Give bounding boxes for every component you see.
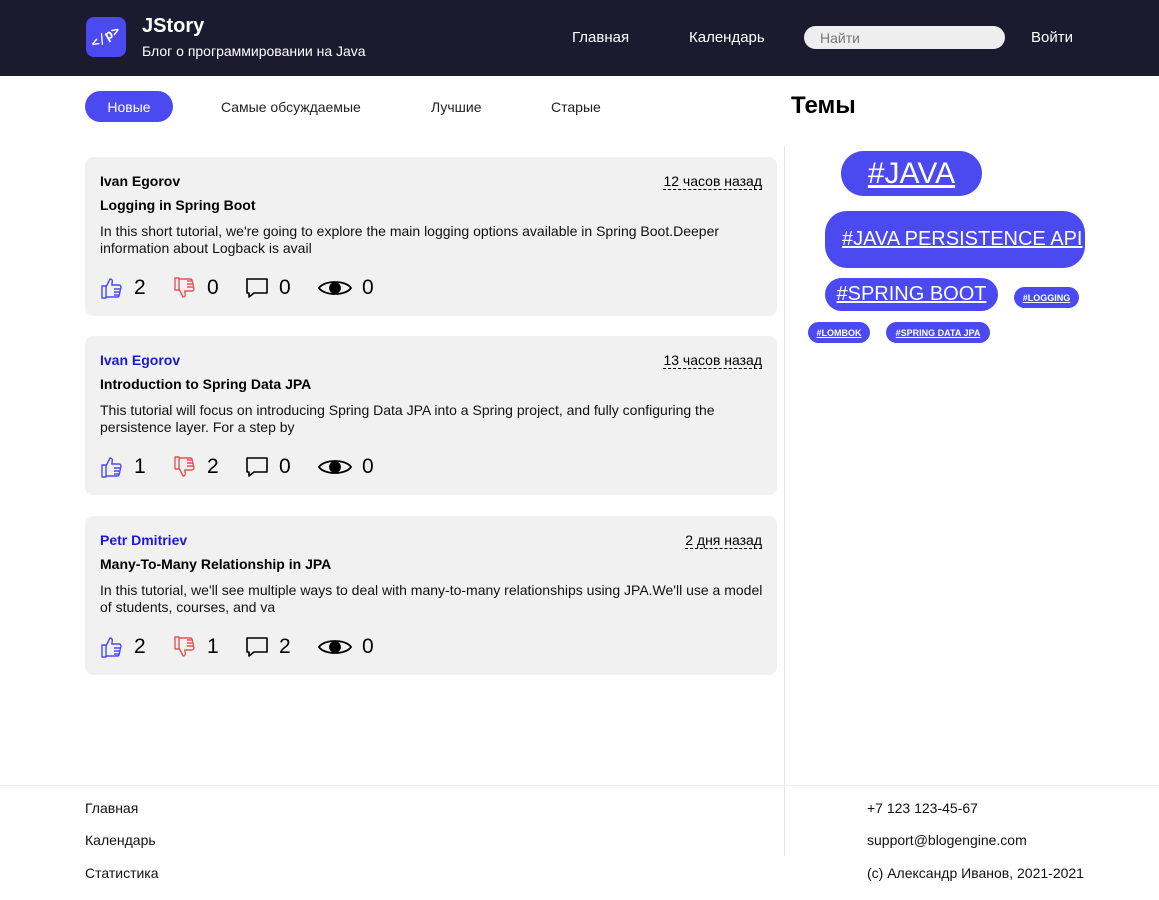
dislike-count: 0	[207, 276, 219, 299]
footer-email: support@blogengine.com	[867, 832, 1027, 848]
post-card: Ivan Egorov 12 часов назад Logging in Sp…	[85, 157, 777, 316]
brand-title[interactable]: JStory	[142, 15, 204, 38]
footer-link-home[interactable]: Главная	[85, 800, 138, 816]
views-indicator: 0	[318, 634, 374, 660]
footer-phone: +7 123 123-45-67	[867, 800, 978, 816]
dislike-button[interactable]: 0	[173, 275, 219, 301]
view-count: 0	[362, 635, 374, 658]
thumbs-down-icon	[174, 456, 195, 477]
tag-spring-data-jpa[interactable]: #SPRING DATA JPA	[886, 322, 990, 343]
post-time: 12 часов назад	[663, 173, 762, 190]
comment-count: 0	[279, 276, 291, 299]
thumbs-up-icon	[101, 637, 122, 658]
post-title[interactable]: Introduction to Spring Data JPA	[100, 376, 311, 392]
view-count: 0	[362, 276, 374, 299]
view-count: 0	[362, 455, 374, 478]
like-count: 2	[134, 276, 146, 299]
post-author[interactable]: Ivan Egorov	[100, 173, 180, 189]
footer-divider	[0, 785, 1159, 786]
search-input[interactable]	[804, 26, 1005, 49]
eye-icon	[318, 640, 352, 654]
post-author[interactable]: Ivan Egorov	[100, 352, 180, 368]
comment-count: 0	[279, 455, 291, 478]
column-divider	[784, 146, 785, 856]
tag-spring-boot[interactable]: #SPRING BOOT	[825, 278, 998, 311]
post-card: Ivan Egorov 13 часов назад Introduction …	[85, 336, 777, 495]
nav-calendar-link[interactable]: Календарь	[689, 29, 765, 46]
tab-best[interactable]: Лучшие	[431, 91, 481, 122]
footer-link-calendar[interactable]: Календарь	[85, 832, 156, 848]
thumbs-down-icon	[174, 636, 195, 657]
logo[interactable]: </p>	[86, 17, 126, 57]
thumbs-up-icon	[101, 457, 122, 478]
post-time: 2 дня назад	[685, 532, 762, 549]
comments-button[interactable]: 0	[245, 275, 291, 301]
logo-text: </p>	[88, 22, 124, 52]
comments-button[interactable]: 2	[245, 634, 291, 660]
dislike-button[interactable]: 2	[173, 454, 219, 480]
like-button[interactable]: 1	[100, 454, 146, 480]
brand-subtitle: Блог о программировании на Java	[142, 43, 366, 59]
dislike-button[interactable]: 1	[173, 634, 219, 660]
like-button[interactable]: 2	[100, 275, 146, 301]
footer-link-statistics[interactable]: Статистика	[85, 865, 159, 881]
like-button[interactable]: 2	[100, 634, 146, 660]
comment-icon	[246, 637, 268, 657]
like-count: 1	[134, 455, 146, 478]
post-title[interactable]: Many-To-Many Relationship in JPA	[100, 556, 331, 572]
tag-logging[interactable]: #LOGGING	[1014, 287, 1079, 308]
dislike-count: 2	[207, 455, 219, 478]
tag-java-persistence-api[interactable]: #JAVA PERSISTENCE API	[825, 211, 1085, 268]
topics-title: Темы	[791, 92, 856, 119]
views-indicator: 0	[318, 275, 374, 301]
like-count: 2	[134, 635, 146, 658]
login-button[interactable]: Войти	[1031, 29, 1073, 46]
post-title[interactable]: Logging in Spring Boot	[100, 197, 256, 213]
post-author[interactable]: Petr Dmitriev	[100, 532, 187, 548]
tag-java[interactable]: #JAVA	[841, 151, 982, 196]
views-indicator: 0	[318, 454, 374, 480]
comment-icon	[246, 278, 268, 298]
comment-icon	[246, 457, 268, 477]
dislike-count: 1	[207, 635, 219, 658]
tab-most-discussed[interactable]: Самые обсуждаемые	[221, 91, 361, 122]
post-time: 13 часов назад	[663, 352, 762, 369]
comment-count: 2	[279, 635, 291, 658]
eye-icon	[318, 281, 352, 295]
thumbs-down-icon	[174, 277, 195, 298]
post-card: Petr Dmitriev 2 дня назад Many-To-Many R…	[85, 516, 777, 675]
footer-copyright: (c) Александр Иванов, 2021-2021	[867, 865, 1084, 881]
nav-home-link[interactable]: Главная	[572, 29, 629, 46]
comments-button[interactable]: 0	[245, 454, 291, 480]
thumbs-up-icon	[101, 278, 122, 299]
tag-lombok[interactable]: #LOMBOK	[808, 322, 870, 343]
tab-new[interactable]: Новые	[85, 91, 173, 122]
post-excerpt: In this tutorial, we'll see multiple way…	[100, 582, 763, 615]
tab-old[interactable]: Старые	[551, 91, 601, 122]
top-header: </p> JStory Блог о программировании на J…	[0, 0, 1159, 76]
eye-icon	[318, 460, 352, 474]
post-excerpt: This tutorial will focus on introducing …	[100, 402, 715, 435]
post-excerpt: In this short tutorial, we're going to e…	[100, 223, 720, 256]
